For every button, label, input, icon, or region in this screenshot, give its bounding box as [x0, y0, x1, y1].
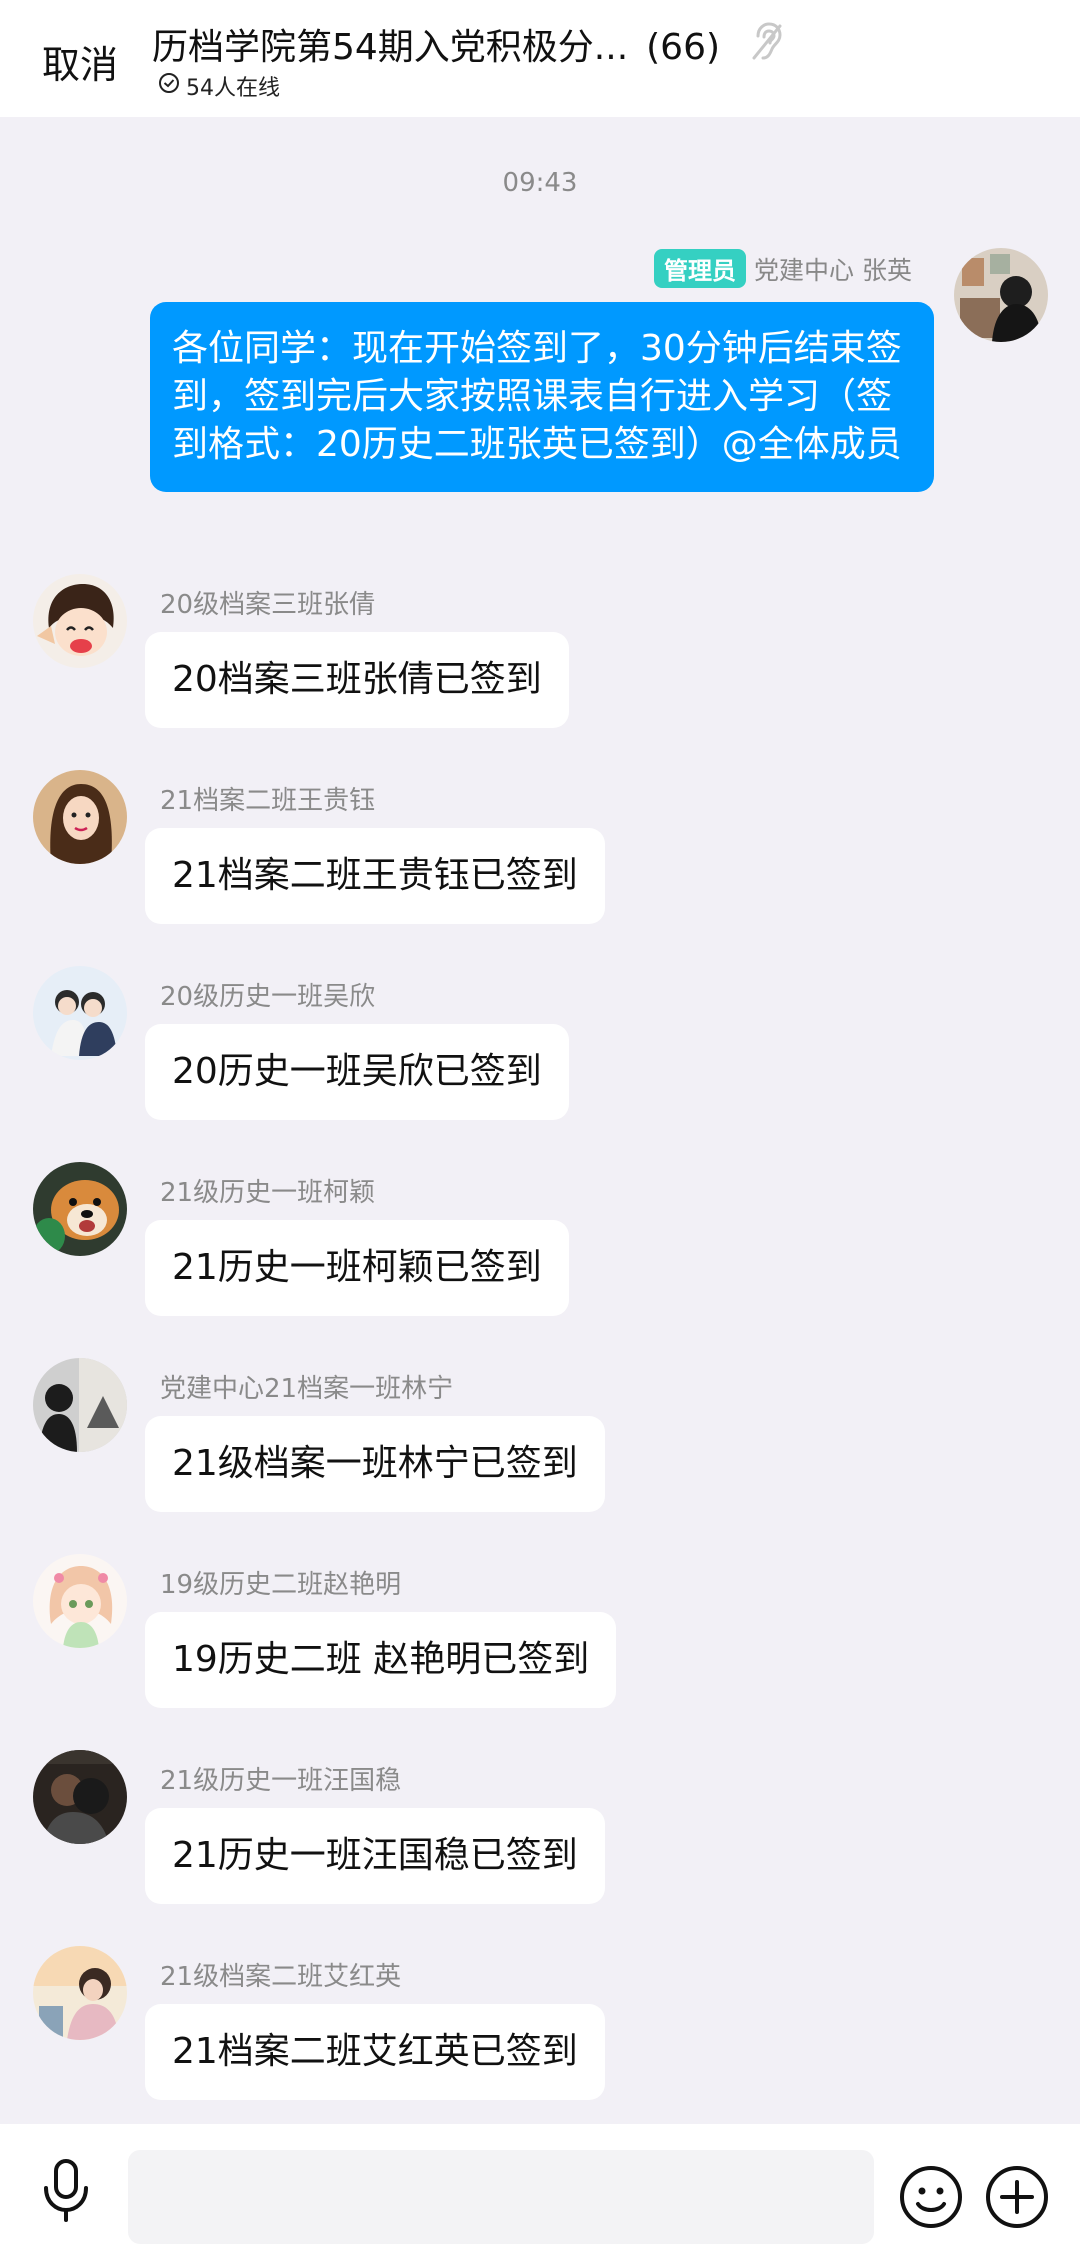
admin-sender-row: 管理员 党建中心 张英 — [654, 249, 912, 288]
emoji-icon[interactable] — [898, 2164, 964, 2234]
member-count: (66) — [646, 27, 721, 68]
input-bar — [0, 2124, 1080, 2268]
member-avatar[interactable] — [33, 1554, 127, 1648]
member-avatar[interactable] — [33, 1946, 127, 2040]
member-avatar[interactable] — [33, 1358, 127, 1452]
member-name: 20级历史一班吴欣 — [160, 982, 376, 1012]
message-bubble[interactable]: 21历史一班汪国稳已签到 — [145, 1808, 605, 1904]
message-bubble[interactable]: 20历史一班吴欣已签到 — [145, 1024, 569, 1120]
group-name: 历档学院第54期入党积极分... — [152, 27, 629, 68]
cancel-button[interactable]: 取消 — [42, 34, 118, 89]
message-bubble[interactable]: 21历史一班柯颖已签到 — [145, 1220, 569, 1316]
admin-avatar[interactable] — [954, 248, 1048, 342]
check-circle-icon — [158, 72, 180, 100]
ear-icon[interactable] — [750, 22, 784, 66]
message-bubble[interactable]: 20档案三班张倩已签到 — [145, 632, 569, 728]
member-name: 21级档案二班艾红英 — [160, 1962, 402, 1992]
member-avatar[interactable] — [33, 966, 127, 1060]
member-avatar[interactable] — [33, 574, 127, 668]
message-bubble[interactable]: 21档案二班王贵钰已签到 — [145, 828, 605, 924]
online-status: 54人在线 — [158, 70, 280, 102]
member-name: 21级历史一班汪国稳 — [160, 1766, 402, 1796]
member-name: 党建中心21档案一班林宁 — [160, 1374, 454, 1404]
member-name: 21级历史一班柯颖 — [160, 1178, 376, 1208]
admin-badge: 管理员 — [654, 249, 747, 288]
message-bubble[interactable]: 21档案二班艾红英已签到 — [145, 2004, 605, 2100]
member-name: 21档案二班王贵钰 — [160, 786, 376, 816]
admin-sender-name: 党建中心 张英 — [754, 255, 912, 285]
message-bubble[interactable]: 21级档案一班林宁已签到 — [145, 1416, 605, 1512]
member-name: 19级历史二班赵艳明 — [160, 1570, 402, 1600]
member-avatar[interactable] — [33, 770, 127, 864]
message-bubble[interactable]: 19历史二班 赵艳明已签到 — [145, 1612, 617, 1708]
group-title[interactable]: 历档学院第54期入党积极分... (66) — [152, 18, 720, 70]
plus-icon[interactable] — [984, 2164, 1050, 2234]
chat-header: 取消 历档学院第54期入党积极分... (66) 54人在线 — [0, 0, 1080, 117]
message-input[interactable] — [128, 2150, 874, 2244]
mic-icon[interactable] — [40, 2158, 92, 2228]
message-timestamp: 09:43 — [502, 168, 578, 198]
member-avatar[interactable] — [33, 1162, 127, 1256]
member-name: 20级档案三班张倩 — [160, 590, 376, 620]
admin-message-bubble[interactable]: 各位同学：现在开始签到了，30分钟后结束签到，签到完后大家按照课表自行进入学习（… — [150, 302, 934, 492]
member-avatar[interactable] — [33, 1750, 127, 1844]
online-count: 54人在线 — [186, 76, 280, 101]
